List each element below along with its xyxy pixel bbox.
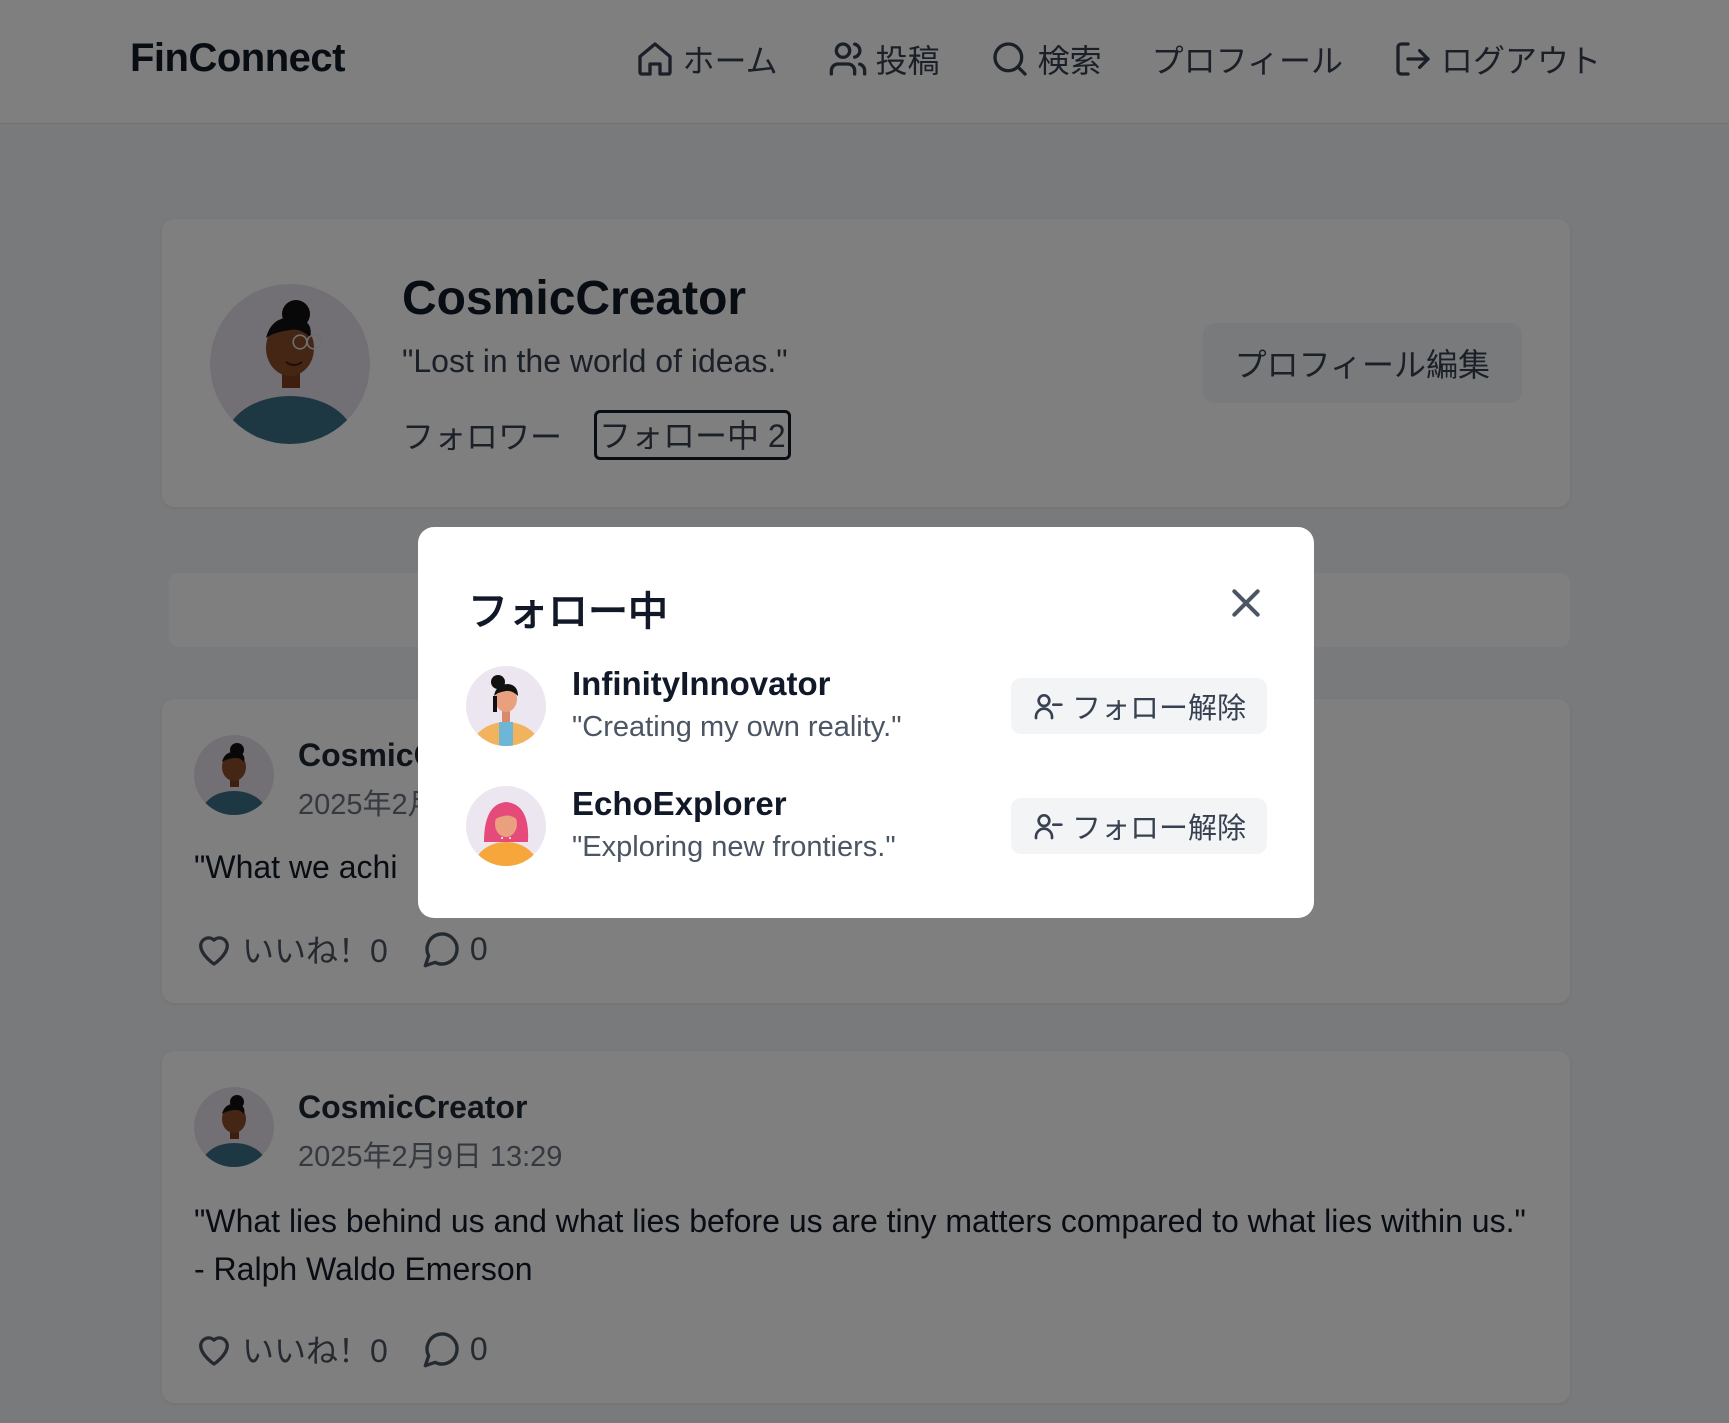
user-name[interactable]: InfinityInnovator	[572, 665, 831, 703]
following-modal: フォロー中 InfinityInnovator "Creating my own…	[418, 527, 1314, 918]
user-bio: "Creating my own reality."	[572, 711, 902, 743]
user-avatar[interactable]	[466, 666, 546, 746]
user-minus-icon	[1034, 814, 1063, 840]
modal-title: フォロー中	[468, 590, 668, 634]
following-list-item: EchoExplorer "Exploring new frontiers." …	[466, 785, 1267, 867]
user-name[interactable]: EchoExplorer	[572, 785, 787, 823]
unfollow-button[interactable]: フォロー解除	[1011, 678, 1267, 734]
unfollow-label: フォロー解除	[1071, 693, 1246, 725]
close-icon[interactable]	[1226, 583, 1266, 623]
unfollow-label: フォロー解除	[1071, 813, 1246, 845]
user-minus-icon	[1034, 694, 1063, 720]
unfollow-button[interactable]: フォロー解除	[1011, 798, 1267, 854]
user-avatar[interactable]	[466, 786, 546, 866]
following-list-item: InfinityInnovator "Creating my own reali…	[466, 665, 1267, 747]
user-bio: "Exploring new frontiers."	[572, 831, 896, 863]
